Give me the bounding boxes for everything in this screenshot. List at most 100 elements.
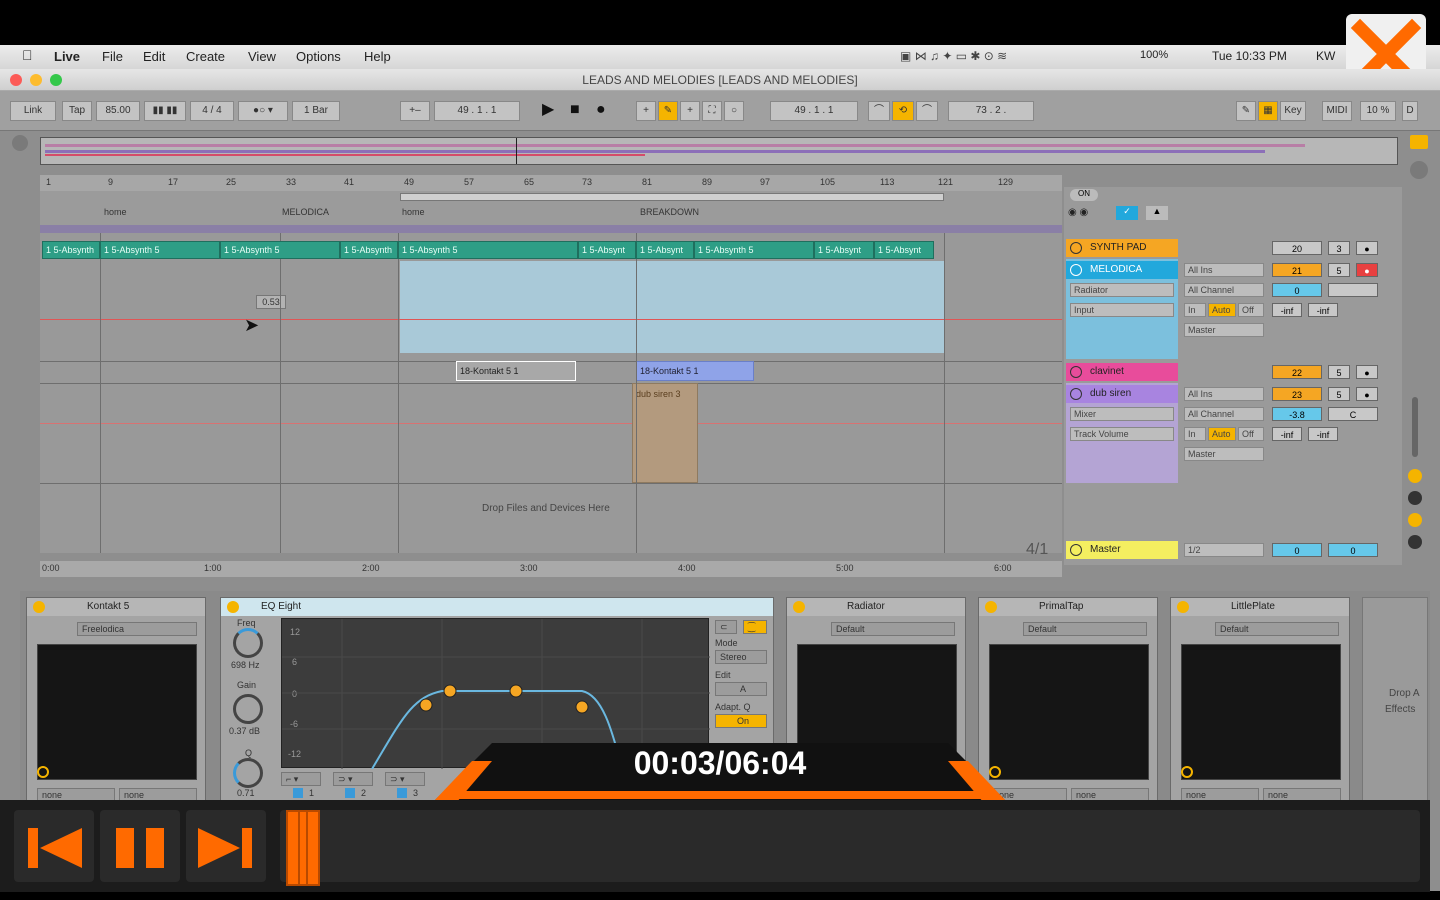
progress-handle[interactable] [286, 810, 320, 886]
device-power-icon[interactable] [33, 601, 45, 613]
device-power-icon[interactable] [1177, 601, 1189, 613]
metronome-button[interactable]: ●○ ▾ [238, 101, 288, 121]
eq-mode-menu[interactable]: Stereo [715, 650, 767, 664]
tap-button[interactable]: Tap [62, 101, 92, 121]
track-vol-dub-siren[interactable]: 23 [1272, 387, 1322, 401]
dub-volume-field[interactable]: -3.8 [1272, 407, 1322, 421]
master-pan-field[interactable]: 0 [1328, 543, 1378, 557]
dub-midi-from[interactable]: All Ins [1184, 387, 1264, 401]
loop-length-field[interactable]: 73 . 2 . [948, 101, 1034, 121]
session-record-button[interactable]: ○ [724, 101, 744, 121]
dub-monitor-auto[interactable]: Auto [1208, 427, 1236, 441]
melodica-output[interactable]: Master [1184, 323, 1264, 337]
window-zoom-button[interactable] [50, 74, 62, 86]
dub-control-chooser[interactable]: Track Volume [1070, 427, 1174, 441]
dub-monitor-off[interactable]: Off [1238, 427, 1264, 441]
absynth-clip[interactable]: 1 5-Absynt [874, 241, 934, 259]
locator-home-2[interactable]: home [402, 207, 425, 217]
pause-button[interactable] [100, 810, 180, 882]
record-arm-clavinet[interactable]: ● [1356, 365, 1378, 379]
capture-button[interactable]: ⛶ [702, 101, 722, 121]
kontakt-clip-1[interactable]: 18-Kontakt 5 1 [456, 361, 576, 381]
automation-line-melodica[interactable] [40, 319, 1062, 320]
previous-button[interactable] [14, 810, 94, 882]
re-enable-automation-button[interactable]: + [680, 101, 700, 121]
absynth-clip[interactable]: 1 5-Absynth [42, 241, 100, 259]
menu-options[interactable]: Options [296, 49, 341, 64]
dub-send-b[interactable]: -inf [1308, 427, 1338, 441]
track-vol-melodica[interactable]: 21 [1272, 263, 1322, 277]
track-dub-siren[interactable]: dub siren [1066, 385, 1178, 403]
track-master[interactable]: Master [1066, 541, 1178, 559]
track-activator-icon[interactable] [1070, 388, 1082, 400]
absynth-clip[interactable]: 1 5-Absynth 5 [220, 241, 340, 259]
melodica-midi-from[interactable]: All Ins [1184, 263, 1264, 277]
loop-switch-button[interactable]: ⟲ [892, 101, 914, 121]
track-activator-icon[interactable] [1070, 242, 1082, 254]
freq-knob[interactable] [233, 628, 263, 658]
melodica-monitor-in[interactable]: In [1184, 303, 1206, 317]
dub-channel[interactable]: All Channel [1184, 407, 1264, 421]
record-arm-dub-siren[interactable]: ● [1356, 387, 1378, 401]
gain-knob[interactable] [233, 694, 263, 724]
band-enable-3[interactable] [397, 788, 407, 798]
track-activator-icon[interactable] [1070, 366, 1082, 378]
progress-track[interactable] [280, 810, 1420, 882]
band-number[interactable]: 2 [361, 788, 366, 798]
locator-breakdown[interactable]: BREAKDOWN [640, 207, 699, 217]
side-indicator-icon[interactable] [1408, 513, 1422, 527]
tempo-field[interactable]: 85.00 [96, 101, 140, 121]
time-ruler[interactable]: 0:00 1:00 2:00 3:00 4:00 5:00 6:00 [40, 561, 1062, 577]
signature-field[interactable]: 4 / 4 [190, 101, 234, 121]
menu-view[interactable]: View [248, 49, 276, 64]
melodica-input-chooser[interactable]: Input [1070, 303, 1174, 317]
side-indicator-icon[interactable] [1408, 469, 1422, 483]
menu-file[interactable]: File [102, 49, 123, 64]
device-kontakt[interactable]: Kontakt 5 Freelodica none none [26, 597, 206, 803]
io-toggle-button[interactable]: ON [1070, 189, 1098, 201]
dub-output[interactable]: Master [1184, 447, 1264, 461]
device-power-icon[interactable] [985, 601, 997, 613]
nudge-buttons[interactable]: ▮▮ ▮▮ [144, 101, 186, 121]
mixer-toggle-button[interactable]: ✓ [1116, 206, 1138, 220]
overdub-button[interactable]: + [636, 101, 656, 121]
absynth-clip[interactable]: 1 5-Absynth 5 [100, 241, 220, 259]
arrangement-view[interactable]: dub siren 3 18-Kontakt 5 1 18-Kontakt 5 … [40, 233, 1062, 553]
key-map-icon[interactable]: ▦ [1258, 101, 1278, 121]
device-littleplate[interactable]: LittlePlate Default none none [1170, 597, 1350, 803]
absynth-clip[interactable]: 1 5-Absynt [636, 241, 694, 259]
return-toggle-button[interactable]: ▲ [1146, 206, 1168, 220]
band-selectors[interactable]: ⌐ ▾ ⊃ ▾ ⊃ ▾ 1 2 3 [281, 772, 441, 800]
side-indicator-icon[interactable] [1408, 491, 1422, 505]
melodica-send-b[interactable]: -inf [1308, 303, 1338, 317]
preset-chooser[interactable]: Default [1023, 622, 1147, 636]
band-number[interactable]: 3 [413, 788, 418, 798]
absynth-clip[interactable]: 1 5-Absynth [340, 241, 398, 259]
melodica-send-a[interactable]: -inf [1272, 303, 1302, 317]
q-knob[interactable] [233, 758, 263, 788]
device-knob-icon[interactable] [1181, 766, 1193, 778]
beat-ruler[interactable]: 1 9 17 25 33 41 49 57 65 73 81 89 97 105… [40, 175, 1062, 191]
absynth-clip[interactable]: 1 5-Absynth 5 [398, 241, 578, 259]
band-filter-1[interactable]: ⌐ ▾ [281, 772, 321, 786]
melodica-monitor-auto[interactable]: Auto [1208, 303, 1236, 317]
loop-brace[interactable] [400, 193, 944, 201]
window-minimize-button[interactable] [30, 74, 42, 86]
absynth-clip[interactable]: 1 5-Absynt [814, 241, 874, 259]
menu-create[interactable]: Create [186, 49, 225, 64]
locator-melodica[interactable]: MELODICA [282, 207, 329, 217]
track-synth-pad[interactable]: SYNTH PAD [1066, 239, 1178, 257]
absynth-clip[interactable]: 1 5-Absynth 5 [694, 241, 814, 259]
eq-oversample-button[interactable]: ⁐ [743, 620, 767, 634]
melodica-pan-field[interactable] [1328, 283, 1378, 297]
dub-monitor-in[interactable]: In [1184, 427, 1206, 441]
menu-help[interactable]: Help [364, 49, 391, 64]
device-knob-icon[interactable] [37, 766, 49, 778]
track-activator-icon[interactable] [1070, 264, 1082, 276]
preset-chooser[interactable]: Freelodica [77, 622, 197, 636]
band-filter-3[interactable]: ⊃ ▾ [385, 772, 425, 786]
fold-buttons[interactable]: ◉ ◉ [1068, 207, 1088, 218]
scroll-toggle-button[interactable] [1410, 161, 1428, 179]
record-arm-melodica[interactable]: ● [1356, 263, 1378, 277]
kontakt-clip-2[interactable]: 18-Kontakt 5 1 [636, 361, 754, 381]
